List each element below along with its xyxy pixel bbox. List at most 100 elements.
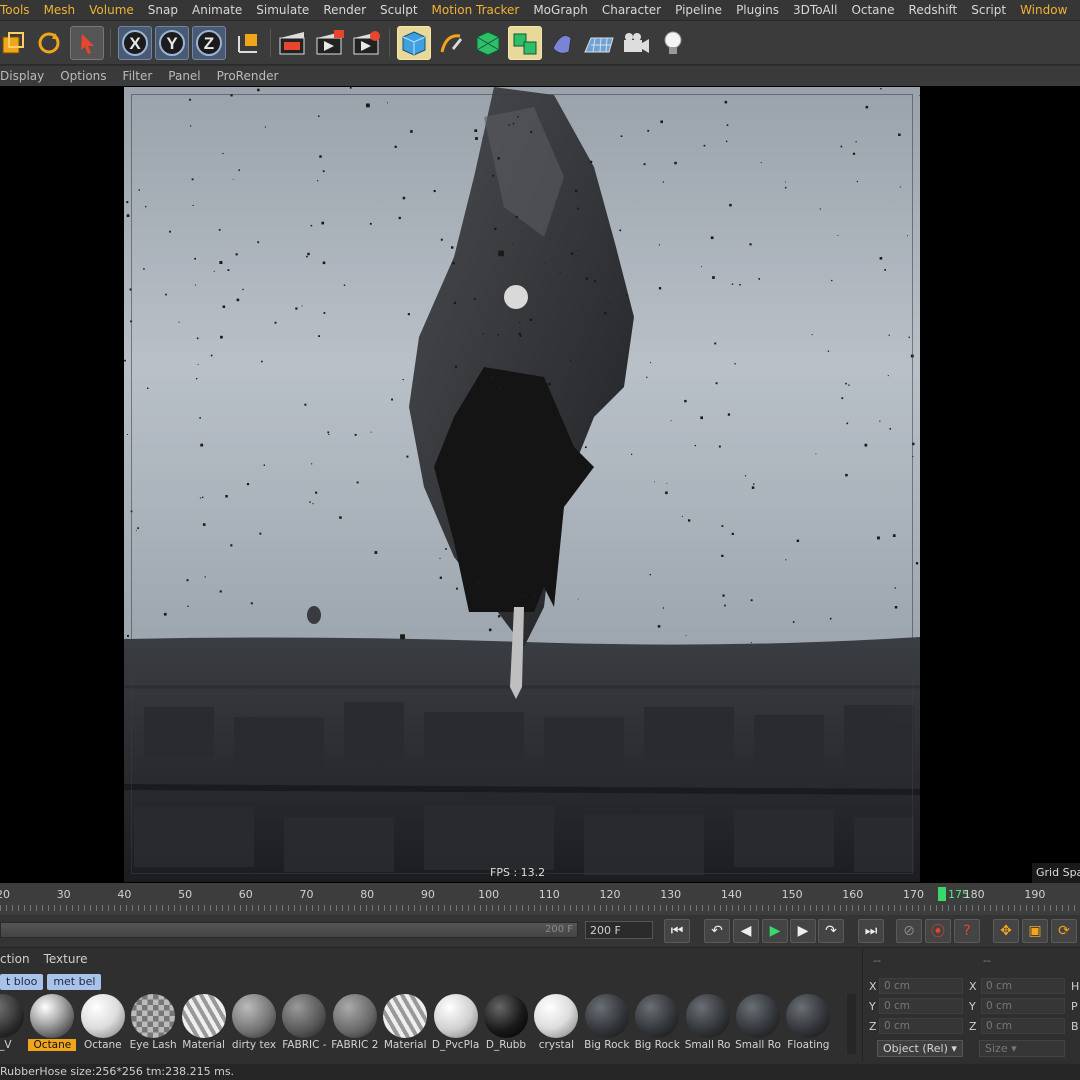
coordinate-mode-dropdown[interactable]: Object (Rel) ▾ (877, 1040, 963, 1057)
material-swatch[interactable]: FABRIC - (280, 992, 328, 1054)
material-tab-function[interactable]: ction (0, 952, 30, 970)
material-swatch[interactable]: crystal (532, 992, 580, 1054)
subdivision-nurbs-button[interactable] (471, 26, 505, 60)
previous-frame-button[interactable]: ◀ (733, 919, 759, 943)
next-key-button[interactable]: ↷ (818, 919, 844, 943)
go-to-end-button[interactable]: ⏭ (858, 919, 884, 943)
material-swatch[interactable]: Floating (784, 992, 832, 1054)
debris-particle (127, 634, 129, 637)
material-swatch[interactable]: Big Rock (633, 992, 681, 1054)
material-preview-ball (534, 994, 579, 1038)
render-picture-viewer-button[interactable] (313, 26, 347, 60)
array-cloner-button[interactable] (508, 26, 542, 60)
menu-item-snap[interactable]: Snap (141, 0, 185, 20)
render-settings-button[interactable] (350, 26, 384, 60)
material-filter-chip[interactable]: t bloo (0, 974, 44, 990)
selection-tool-button[interactable] (70, 26, 104, 60)
menu-item-simulate[interactable]: Simulate (249, 0, 316, 20)
coordinate-system-button[interactable] (231, 26, 265, 60)
light-button[interactable] (656, 26, 690, 60)
material-swatch[interactable]: Small Ro (734, 992, 782, 1054)
pen-spline-button[interactable] (434, 26, 468, 60)
material-swatch[interactable]: Material (180, 992, 228, 1054)
viewport-menu-prorender[interactable]: ProRender (209, 69, 287, 83)
viewport-menu-filter[interactable]: Filter (115, 69, 161, 83)
menu-item-pipeline[interactable]: Pipeline (668, 0, 729, 20)
axis-label: Z (869, 1020, 877, 1033)
material-swatch[interactable]: Material (381, 992, 429, 1054)
next-frame-button[interactable]: ▶ (790, 919, 816, 943)
menu-item-mograph[interactable]: MoGraph (526, 0, 595, 20)
floor-scene-button[interactable] (582, 26, 616, 60)
render-view-button[interactable] (276, 26, 310, 60)
position-key-button[interactable]: ✥ (993, 919, 1019, 943)
menu-item-help[interactable]: Help (1074, 0, 1080, 20)
menu-item-motion-tracker[interactable]: Motion Tracker (425, 0, 527, 20)
cube-object-button[interactable] (397, 26, 431, 60)
question-icon: ? (963, 923, 971, 939)
autokey-button[interactable]: ⦿ (925, 919, 951, 943)
material-swatch[interactable]: D_Rubb (482, 992, 530, 1054)
keyframe-selection-button[interactable]: ? (954, 919, 980, 943)
material-swatch[interactable]: D_PvcPla (432, 992, 480, 1054)
material-swatch[interactable]: Eye Lash (129, 992, 177, 1054)
scale-field[interactable]: 0 cm (981, 998, 1065, 1014)
material-filter-chip[interactable]: met bel (47, 974, 102, 990)
status-bar: RubberHose size:256*256 tm:238.215 ms. (0, 1064, 1080, 1080)
material-name: n_V (0, 1039, 12, 1051)
position-field[interactable]: 0 cm (879, 1018, 963, 1034)
menu-item-animate[interactable]: Animate (185, 0, 249, 20)
menu-item-mesh[interactable]: Mesh (37, 0, 83, 20)
material-scrollbar[interactable] (847, 994, 856, 1054)
record-keys-button[interactable]: ⊘ (896, 919, 922, 943)
scale-tool-button[interactable] (0, 26, 30, 60)
material-swatch[interactable]: FABRIC 2 (331, 992, 379, 1054)
scale-field[interactable]: 0 cm (981, 1018, 1065, 1034)
menu-item-3dtoall[interactable]: 3DToAll (786, 0, 844, 20)
end-frame-field[interactable]: 200 F (585, 921, 653, 939)
material-swatch[interactable]: Octane (28, 992, 77, 1054)
scale-key-button[interactable]: ▣ (1022, 919, 1048, 943)
go-to-start-button[interactable]: ⏮ (664, 919, 690, 943)
menu-item-octane[interactable]: Octane (844, 0, 901, 20)
menu-item-plugins[interactable]: Plugins (729, 0, 786, 20)
debris-particle (880, 88, 882, 90)
viewport-menu-panel[interactable]: Panel (160, 69, 208, 83)
y-axis-lock-button[interactable]: Y (155, 26, 189, 60)
camera-button[interactable] (619, 26, 653, 60)
debris-particle (124, 359, 126, 362)
material-name: dirty tex (231, 1039, 277, 1051)
material-swatch[interactable]: dirty tex (230, 992, 278, 1054)
menu-item-tools[interactable]: Tools (0, 0, 37, 20)
material-swatch[interactable]: n_V (0, 992, 26, 1054)
menu-item-volume[interactable]: Volume (82, 0, 141, 20)
material-swatch[interactable]: Octane (79, 992, 127, 1054)
material-swatch[interactable]: Big Rock (583, 992, 631, 1054)
previous-key-button[interactable]: ↶ (704, 919, 730, 943)
x-axis-lock-button[interactable]: X (118, 26, 152, 60)
menu-item-render[interactable]: Render (316, 0, 373, 20)
rotate-tool-button[interactable] (32, 26, 66, 60)
material-swatch[interactable]: Small Ro (684, 992, 732, 1054)
menu-item-redshift[interactable]: Redshift (902, 0, 965, 20)
rotation-key-button[interactable]: ⟳ (1051, 919, 1077, 943)
playhead[interactable] (938, 887, 946, 901)
frame-range-slider[interactable]: 200 F (0, 922, 578, 938)
scale-field[interactable]: 0 cm (981, 978, 1065, 994)
menu-item-window[interactable]: Window (1013, 0, 1074, 20)
material-tab-texture[interactable]: Texture (44, 952, 88, 970)
viewport-menu-options[interactable]: Options (52, 69, 114, 83)
coords-header-left: -- (873, 954, 881, 967)
menu-item-sculpt[interactable]: Sculpt (373, 0, 424, 20)
z-axis-lock-button[interactable]: Z (192, 26, 226, 60)
viewport[interactable]: FPS : 13.2 Grid Spa (0, 86, 1080, 883)
size-mode-dropdown[interactable]: Size ▾ (979, 1040, 1065, 1057)
deformer-button[interactable] (545, 26, 579, 60)
menu-item-script[interactable]: Script (964, 0, 1013, 20)
position-field[interactable]: 0 cm (879, 998, 963, 1014)
play-button[interactable]: ▶ (762, 919, 788, 943)
viewport-menu-display[interactable]: Display (0, 69, 52, 83)
menu-item-character[interactable]: Character (595, 0, 668, 20)
position-field[interactable]: 0 cm (879, 978, 963, 994)
timeline-ruler[interactable]: 175 203040506070809010011012013014015016… (0, 883, 1080, 915)
